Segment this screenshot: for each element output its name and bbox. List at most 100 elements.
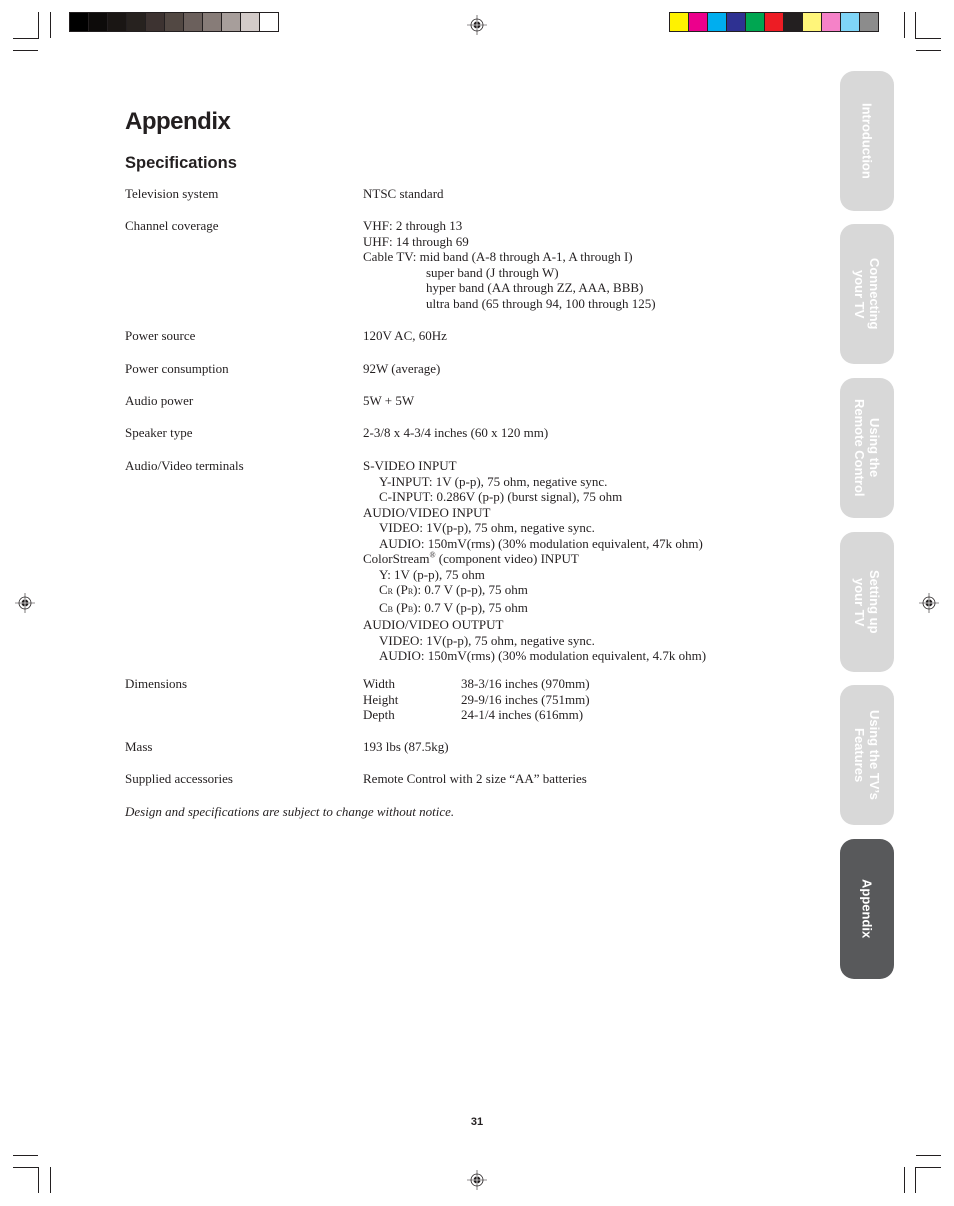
side-tab-appendix[interactable]: Appendix [840, 839, 894, 979]
color-swatch [222, 13, 240, 31]
registration-mark-icon [919, 593, 939, 613]
disclaimer-note: Design and specifications are subject to… [125, 804, 455, 819]
side-tab-connecting[interactable]: Connecting your TV [840, 224, 894, 364]
terminal-heading: S-VIDEO INPUT [363, 458, 457, 473]
color-swatch [70, 13, 88, 31]
cable-line: Cable TV: mid band (A-8 through A-1, A t… [363, 249, 656, 265]
crop-mark [38, 12, 39, 38]
spec-text: C [379, 582, 388, 597]
crop-mark [50, 12, 51, 38]
spec-label: Supplied accessories [125, 771, 233, 786]
color-swatch [689, 13, 707, 31]
spec-label: Audio/Video terminals [125, 458, 244, 473]
color-swatch [89, 13, 107, 31]
terminal-spec: C-INPUT: 0.286V (p-p) (burst signal), 75… [379, 489, 623, 504]
terminal-heading: AUDIO/VIDEO INPUT [363, 504, 491, 520]
spec-label: Mass [125, 739, 153, 754]
cable-band: mid band (A-8 through A-1, A through I) [419, 249, 633, 264]
spec-value: 92W (average) [363, 361, 441, 376]
crop-mark [13, 1155, 38, 1156]
spec-text: ): 0.7 V (p-p), 75 ohm [413, 582, 528, 597]
crop-mark [38, 1167, 39, 1193]
grayscale-calibration-bar [69, 12, 279, 32]
color-swatch [127, 13, 145, 31]
terminal-spec: VIDEO: 1V(p-p), 75 ohm, negative sync. [379, 632, 595, 648]
side-tab-introduction[interactable]: Introduction [840, 71, 894, 211]
crop-mark [13, 1167, 39, 1168]
side-tab-features[interactable]: Using the TV’s Features [840, 685, 894, 825]
crop-mark [904, 12, 905, 38]
crop-mark [13, 38, 39, 39]
spec-value: VHF: 2 through 13 UHF: 14 through 69 Cab… [363, 218, 656, 311]
crop-mark [916, 50, 941, 51]
color-swatch [165, 13, 183, 31]
page-number: 31 [470, 1116, 484, 1128]
color-swatch [746, 13, 764, 31]
dimension-name: Depth [363, 707, 395, 722]
spec-label: Television system [125, 186, 219, 201]
spec-text: (P [393, 599, 408, 615]
side-tab-label: Appendix [859, 879, 875, 939]
terminal-spec: CR (PR): 0.7 V (p-p), 75 ohm [363, 582, 706, 600]
color-swatch [260, 13, 278, 31]
color-swatch [803, 13, 821, 31]
uhf-range: UHF: 14 through 69 [363, 233, 469, 249]
spec-value: NTSC standard [363, 186, 444, 201]
spec-label: Dimensions [125, 676, 188, 691]
dimension-name: Height [363, 691, 399, 707]
spec-text: C [379, 599, 388, 615]
color-swatch [184, 13, 202, 31]
cable-band: hyper band (AA through ZZ, AAA, BBB) [426, 280, 644, 295]
color-swatch [146, 13, 164, 31]
crop-mark [13, 50, 38, 51]
crop-mark [916, 1155, 941, 1156]
dimension-value: 38-3/16 inches (970mm) [461, 676, 590, 691]
terminal-heading: AUDIO/VIDEO OUTPUT [363, 617, 504, 632]
spec-value: Remote Control with 2 size “AA” batterie… [363, 771, 587, 786]
spec-value: 2-3/8 x 4-3/4 inches (60 x 120 mm) [363, 425, 549, 440]
registration-mark-icon [15, 593, 35, 613]
cable-prefix: Cable TV: [363, 249, 417, 264]
terminal-spec: AUDIO: 150mV(rms) (30% modulation equiva… [379, 535, 703, 551]
color-swatch [822, 13, 840, 31]
terminal-heading: ColorStream® (component video) INPUT [363, 551, 706, 567]
colorstream-brand: ColorStream [363, 551, 430, 566]
spec-label: Power source [125, 328, 196, 343]
crop-mark [915, 1167, 941, 1168]
side-tab-label: Using the Remote Control [852, 399, 882, 497]
terminal-spec: Y-INPUT: 1V (p-p), 75 ohm, negative sync… [379, 473, 608, 489]
spec-text: ): 0.7 V (p-p), 75 ohm [413, 599, 528, 615]
vhf-range: VHF: 2 through 13 [363, 218, 463, 233]
side-tab-remote-control[interactable]: Using the Remote Control [840, 378, 894, 518]
terminal-heading-text: (component video) INPUT [435, 551, 579, 566]
color-swatch [765, 13, 783, 31]
dimension-value: 24-1/4 inches (616mm) [461, 707, 584, 722]
color-swatch [670, 13, 688, 31]
crop-mark [50, 1167, 51, 1193]
side-tab-setting-up[interactable]: Setting up your TV [840, 532, 894, 672]
section-heading: Specifications [125, 154, 237, 172]
color-swatch [241, 13, 259, 31]
spec-value: 5W + 5W [363, 393, 415, 408]
crop-mark [915, 12, 916, 38]
color-swatch [203, 13, 221, 31]
color-swatch [727, 13, 745, 31]
crop-mark [904, 1167, 905, 1193]
color-swatch [860, 13, 878, 31]
spec-label: Audio power [125, 393, 194, 408]
spec-value: 193 lbs (87.5kg) [363, 739, 449, 754]
terminal-spec: Y: 1V (p-p), 75 ohm [379, 566, 485, 582]
spec-label: Speaker type [125, 425, 193, 440]
color-swatch [708, 13, 726, 31]
side-tab-label: Introduction [859, 103, 875, 179]
color-calibration-bar [669, 12, 879, 32]
color-swatch [841, 13, 859, 31]
spec-value: S-VIDEO INPUT Y-INPUT: 1V (p-p), 75 ohm,… [363, 458, 706, 664]
terminal-spec: VIDEO: 1V(p-p), 75 ohm, negative sync. [379, 520, 595, 535]
spec-value: 120V AC, 60Hz [363, 328, 447, 343]
side-tab-label: Using the TV’s Features [852, 710, 882, 800]
side-tab-label: Setting up your TV [852, 570, 882, 634]
terminal-spec: AUDIO: 150mV(rms) (30% modulation equiva… [379, 648, 707, 663]
spec-text: (P [393, 582, 408, 597]
dimension-name: Width [363, 676, 395, 691]
